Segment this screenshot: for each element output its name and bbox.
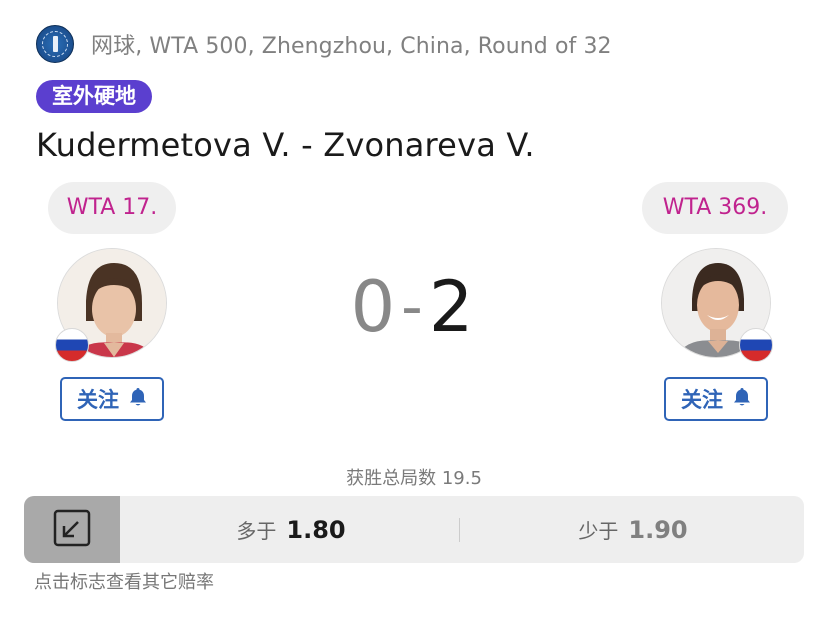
score-separator: - [401, 272, 423, 342]
away-score: 2 [428, 266, 474, 348]
odds-over-button[interactable]: 多于 1.80 [120, 496, 462, 563]
breadcrumb-text[interactable]: 网球, WTA 500, Zhengzhou, China, Round of … [91, 28, 612, 60]
league-emblem-icon[interactable] [36, 25, 74, 63]
breadcrumb: 网球, WTA 500, Zhengzhou, China, Round of … [36, 24, 612, 64]
bookmaker-external-button[interactable] [24, 496, 120, 563]
bell-icon [129, 387, 147, 412]
surface-badge: 室外硬地 [36, 80, 152, 113]
odds-over-label: 多于 [236, 519, 277, 543]
follow-away-label: 关注 [681, 388, 723, 412]
follow-home-button[interactable]: 关注 [60, 377, 164, 421]
home-rank-badge: WTA 17. [48, 182, 176, 234]
odds-divider [459, 518, 460, 542]
follow-away-button[interactable]: 关注 [664, 377, 768, 421]
odds-hint-text: 点击标志查看其它赔率 [34, 572, 214, 593]
bell-icon [733, 387, 751, 412]
market-title: 获胜总局数 19.5 [346, 468, 482, 489]
match-title: Kudermetova V. - Zvonareva V. [36, 126, 535, 164]
odds-under-button[interactable]: 少于 1.90 [462, 496, 804, 563]
away-russia-flag-icon [739, 328, 773, 362]
follow-home-label: 关注 [77, 388, 119, 412]
match-score: 0 - 2 [342, 262, 482, 352]
odds-over-value: 1.80 [286, 515, 346, 544]
odds-under-label: 少于 [578, 519, 619, 543]
external-link-icon [52, 508, 92, 552]
away-rank-badge: WTA 369. [642, 182, 788, 234]
home-score: 0 [350, 266, 396, 348]
odds-bar: 多于 1.80 少于 1.90 [24, 496, 804, 563]
home-russia-flag-icon [55, 328, 89, 362]
odds-under-value: 1.90 [628, 515, 688, 544]
